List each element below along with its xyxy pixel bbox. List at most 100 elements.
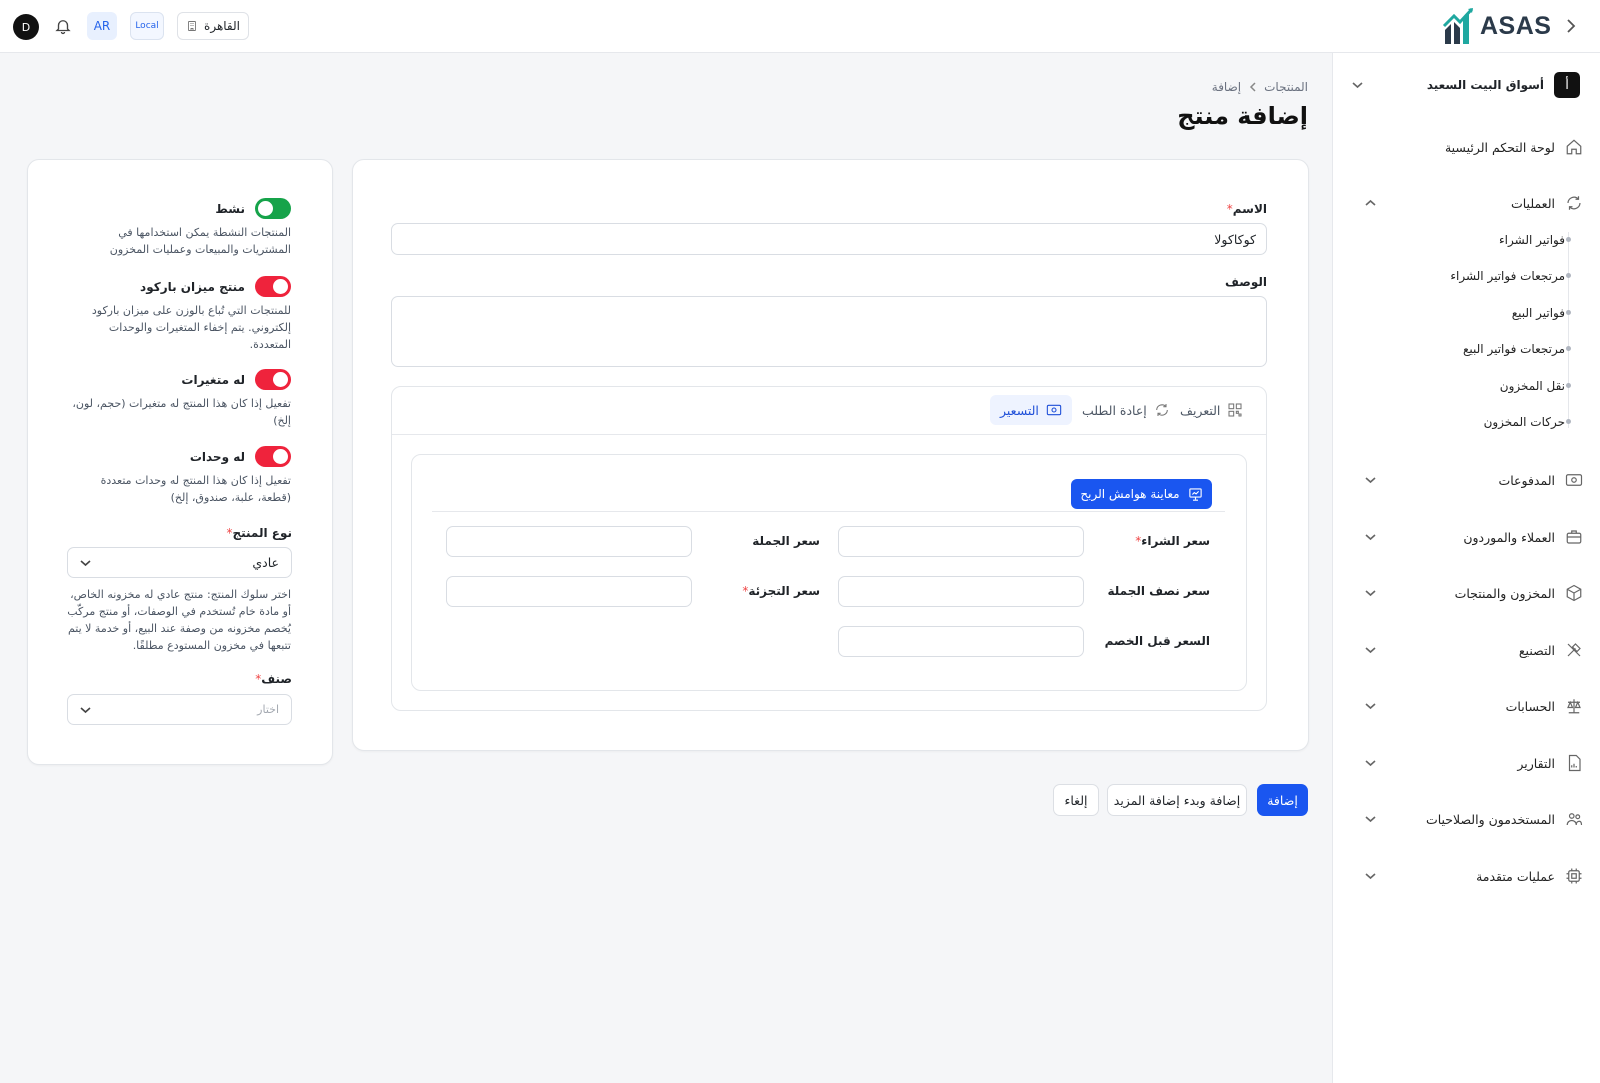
app-logo: ASAS <box>1442 6 1551 46</box>
qr-code-icon <box>1227 402 1243 418</box>
description-label: الوصف <box>1224 275 1267 289</box>
purchase-price-input[interactable] <box>838 526 1084 557</box>
product-type-label: نوع المنتج* <box>192 526 292 540</box>
language-button[interactable]: AR <box>87 12 117 40</box>
pre-discount-price-input[interactable] <box>838 626 1084 657</box>
variants-toggle[interactable] <box>255 369 291 390</box>
add-and-continue-button[interactable]: إضافة وبدء إضافة المزيد <box>1107 784 1247 816</box>
store-name: أسواق البيت السعيد <box>1426 78 1544 92</box>
presentation-icon <box>1188 487 1203 502</box>
half-wholesale-price-input[interactable] <box>838 576 1084 607</box>
store-selector[interactable]: أ أسواق البيت السعيد <box>1352 70 1580 100</box>
box-icon <box>1565 584 1583 602</box>
money-icon <box>1046 402 1062 418</box>
sidebar-subitem-stock-movements[interactable]: حركات المخزون <box>1410 411 1565 433</box>
sidebar-item-label: عمليات متقدمة <box>1476 868 1555 884</box>
retail-price-label-text: سعر التجزئة <box>748 584 820 598</box>
purchase-price-label: سعر الشراء* <box>1110 534 1210 548</box>
briefcase-icon <box>1565 528 1583 546</box>
submenu-dot <box>1566 237 1571 242</box>
tab-label: إعادة الطلب <box>1082 402 1147 418</box>
product-type-select[interactable]: عادي <box>67 547 292 578</box>
preview-margins-button[interactable]: معاينة هوامش الربح <box>1071 479 1212 509</box>
bell-icon[interactable] <box>54 17 72 35</box>
tab-definition[interactable]: التعريف <box>1170 395 1253 425</box>
description-textarea[interactable] <box>391 296 1267 367</box>
sidebar-item-users-permissions[interactable]: المستخدمون والصلاحيات <box>1365 805 1583 833</box>
sidebar-item-operations[interactable]: العمليات <box>1365 189 1583 217</box>
breadcrumb-root[interactable]: المنتجات <box>1264 80 1308 94</box>
units-toggle[interactable] <box>255 446 291 467</box>
refresh-icon <box>1154 402 1170 418</box>
sidebar-item-dashboard[interactable]: لوحة التحكم الرئيسية <box>1365 133 1583 161</box>
sidebar-subitem-sales-returns[interactable]: مرتجعات فواتير البيع <box>1410 338 1565 360</box>
store-logo: أ <box>1554 72 1580 98</box>
chevron-right-icon[interactable] <box>1565 18 1577 34</box>
chevron-down-icon <box>1365 589 1376 597</box>
sidebar-item-label: لوحة التحكم الرئيسية <box>1444 139 1555 155</box>
users-icon <box>1565 810 1583 828</box>
retail-price-input[interactable] <box>446 576 692 607</box>
submenu-line <box>1568 232 1569 428</box>
breadcrumb-current: إضافة <box>1211 80 1242 94</box>
sidebar-subitem-stock-transfer[interactable]: نقل المخزون <box>1410 375 1565 397</box>
tab-label: التسعير <box>1000 402 1039 418</box>
chip-icon <box>1565 867 1583 885</box>
cancel-button[interactable]: إلغاء <box>1053 784 1099 816</box>
wholesale-price-input[interactable] <box>446 526 692 557</box>
variants-label: له متغيرات <box>181 372 245 387</box>
units-label: له وحدات <box>189 449 245 464</box>
submenu-dot <box>1566 346 1571 351</box>
sidebar-item-label: العملاء والموردون <box>1463 529 1555 545</box>
category-select[interactable]: اختار <box>67 694 292 725</box>
category-label: صنف* <box>192 672 292 686</box>
sidebar-item-inventory-products[interactable]: المخزون والمنتجات <box>1365 579 1583 607</box>
scale-toggle-row: منتج ميزان باركود <box>66 276 291 297</box>
sidebar-item-reports[interactable]: التقارير <box>1365 749 1583 777</box>
add-button[interactable]: إضافة <box>1257 784 1308 816</box>
tools-icon <box>1565 641 1583 659</box>
preview-button-label: معاينة هوامش الربح <box>1080 487 1180 501</box>
chevron-down-icon <box>1365 872 1376 880</box>
name-input[interactable]: كوكاكولا <box>391 223 1267 255</box>
sidebar-item-advanced[interactable]: عمليات متقدمة <box>1365 862 1583 890</box>
environment-badge[interactable]: Local <box>130 12 164 40</box>
sidebar-item-label: التصنيع <box>1518 642 1555 658</box>
submenu-dot <box>1566 419 1571 424</box>
scale-help: للمنتجات التي تُباع بالوزن على ميزان بار… <box>91 304 291 351</box>
chevron-down-icon <box>80 706 91 714</box>
active-toggle[interactable] <box>255 198 291 219</box>
sidebar-subitem-sales-invoices[interactable]: فواتير البيع <box>1410 302 1565 324</box>
active-toggle-row: نشط <box>66 198 291 219</box>
chevron-down-icon <box>1365 646 1376 654</box>
user-avatar[interactable]: D <box>13 14 39 40</box>
chevron-down-icon <box>1365 476 1376 484</box>
sidebar-item-label: المخزون والمنتجات <box>1454 585 1555 601</box>
tab-reorder[interactable]: إعادة الطلب <box>1072 395 1180 425</box>
sidebar-item-manufacturing[interactable]: التصنيع <box>1365 636 1583 664</box>
active-label: نشط <box>215 201 245 216</box>
logo-mark-icon <box>1442 7 1474 44</box>
chevron-down-icon <box>1352 81 1363 89</box>
sidebar-subitem-purchase-invoices[interactable]: فواتير الشراء <box>1410 229 1565 251</box>
divider <box>432 511 1225 512</box>
chevron-down-icon <box>1365 759 1376 767</box>
tab-pricing[interactable]: التسعير <box>990 395 1072 425</box>
branch-selector[interactable]: القاهرة <box>177 12 249 40</box>
scale-toggle[interactable] <box>255 276 291 297</box>
variants-toggle-row: له متغيرات <box>66 369 291 390</box>
sidebar-item-accounts[interactable]: الحسابات <box>1365 692 1583 720</box>
sidebar-item-label: المدفوعات <box>1498 472 1555 488</box>
sidebar-item-payments[interactable]: المدفوعات <box>1365 466 1583 494</box>
payment-icon <box>1565 471 1583 489</box>
submenu-dot <box>1566 310 1571 315</box>
sidebar-item-customers-suppliers[interactable]: العملاء والموردون <box>1365 523 1583 551</box>
name-label-text: الاسم <box>1232 202 1267 216</box>
branch-name: القاهرة <box>204 19 240 33</box>
refresh-icon <box>1565 194 1583 212</box>
chevron-down-icon <box>80 559 91 567</box>
sidebar-subitem-purchase-returns[interactable]: مرتجعات فواتير الشراء <box>1410 265 1565 287</box>
purchase-price-label-text: سعر الشراء <box>1141 534 1210 548</box>
variants-help: تفعيل إذا كان هذا المنتج له متغيرات (حجم… <box>72 397 291 427</box>
tab-label: التعريف <box>1180 402 1221 418</box>
